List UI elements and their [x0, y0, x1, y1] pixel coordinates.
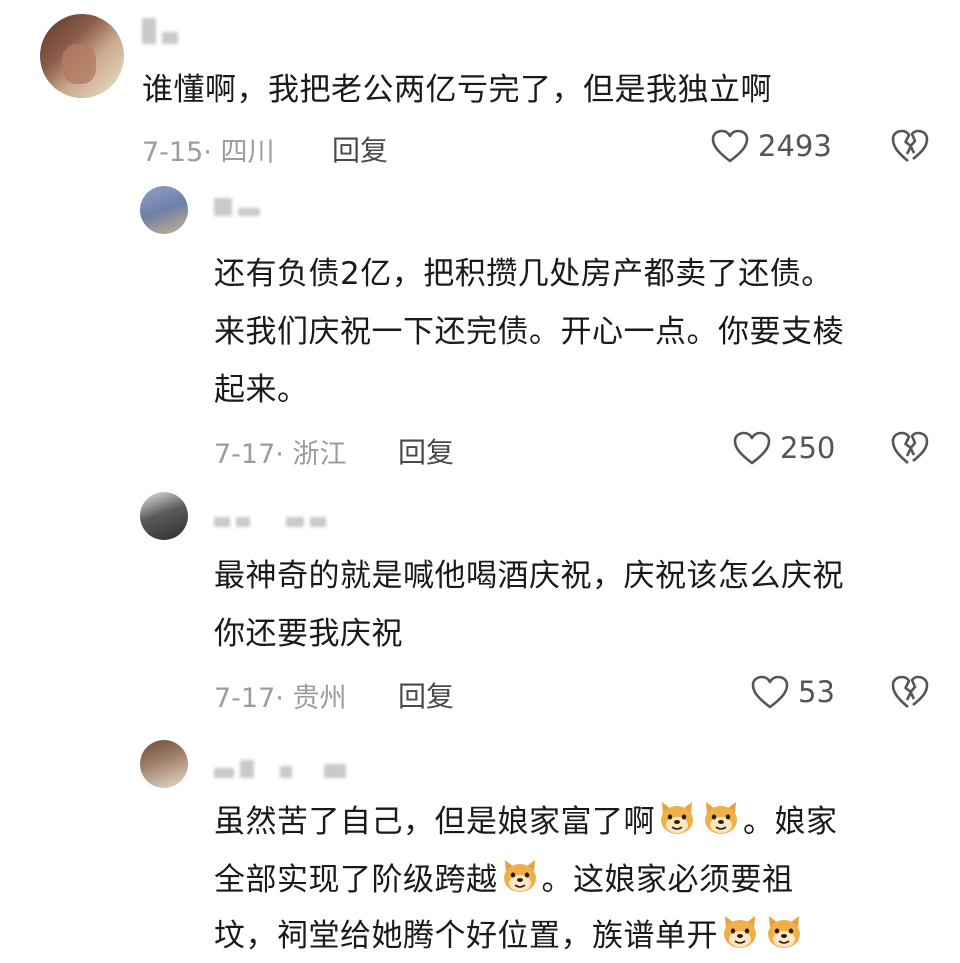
comment-text-line-2: 你还要我庆祝	[214, 616, 403, 652]
doge-emoji-icon	[500, 858, 540, 894]
username-blurred[interactable]	[214, 198, 266, 216]
reply-button[interactable]: 回复	[398, 431, 454, 471]
broken-heart-icon[interactable]	[890, 674, 930, 710]
broken-heart-icon[interactable]	[890, 128, 930, 164]
heart-outline-icon	[710, 128, 750, 164]
comment-text-line-1: 还有负债2亿，把积攒几处房产都卖了还债。	[214, 256, 833, 292]
avatar[interactable]	[40, 14, 124, 98]
heart-outline-icon	[732, 430, 772, 466]
like-count: 53	[798, 675, 835, 709]
avatar[interactable]	[140, 186, 188, 234]
doge-emoji-icon	[701, 800, 741, 836]
broken-heart-icon[interactable]	[890, 430, 930, 466]
like-button[interactable]: 53	[750, 674, 835, 710]
comment-meta: 7-17· 浙江	[214, 439, 347, 470]
username-blurred[interactable]	[142, 18, 184, 44]
like-count: 250	[780, 431, 836, 465]
comment-text-line-1: 最神奇的就是喊他喝酒庆祝，庆祝该怎么庆祝	[214, 558, 844, 594]
avatar[interactable]	[140, 740, 188, 788]
comment-text-line-2: 来我们庆祝一下还完债。开心一点。你要支棱	[214, 314, 844, 350]
comment-meta: 7-15· 四川	[142, 137, 275, 168]
like-button[interactable]: 2493	[710, 128, 832, 164]
reply-button[interactable]: 回复	[398, 675, 454, 715]
username-blurred[interactable]	[214, 512, 332, 527]
comment-text: 谁懂啊，我把老公两亿亏完了，但是我独立啊	[142, 72, 772, 108]
reply-button[interactable]: 回复	[332, 129, 388, 169]
avatar[interactable]	[140, 492, 188, 540]
comment-text-line-3: 起来。	[214, 372, 309, 408]
doge-emoji-icon	[764, 914, 804, 950]
comment-text-line-2: 全部实现了阶级跨越 。这娘家必须要祖	[214, 854, 794, 907]
comment-text-line-1: 虽然苦了自己，但是娘家富了啊 。娘家	[214, 796, 838, 849]
comment-meta: 7-17· 贵州	[214, 683, 347, 714]
like-count: 2493	[758, 129, 832, 163]
username-blurred[interactable]	[214, 760, 352, 778]
heart-outline-icon	[750, 674, 790, 710]
like-button[interactable]: 250	[732, 430, 835, 466]
doge-emoji-icon	[720, 914, 760, 950]
doge-emoji-icon	[657, 800, 697, 836]
comment-text-line-3: 坟，祠堂给她腾个好位置，族谱单开	[214, 910, 806, 963]
